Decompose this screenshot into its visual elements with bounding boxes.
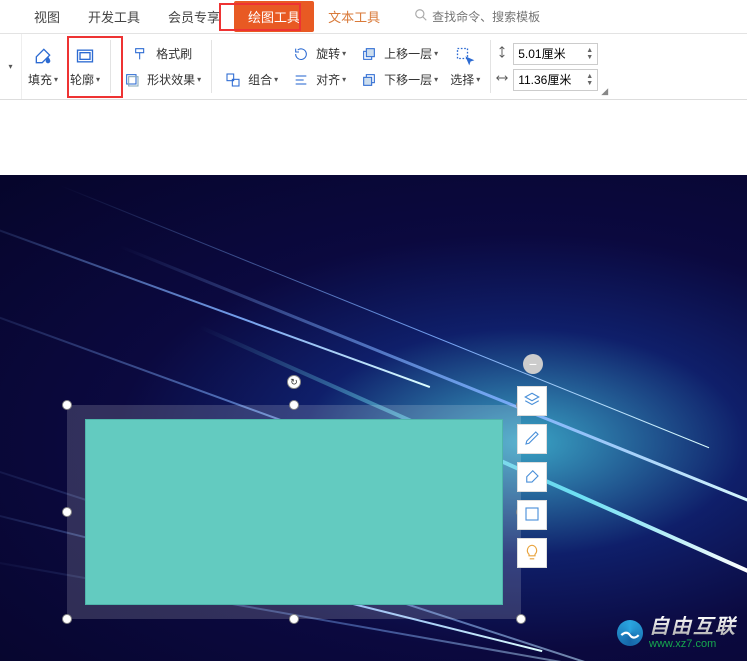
align-icon	[290, 69, 312, 91]
tab-dev-tools[interactable]: 开发工具	[74, 1, 154, 32]
group-icon	[222, 69, 244, 91]
rotate-handle[interactable]: ↻	[287, 375, 301, 389]
tab-view[interactable]: 视图	[20, 1, 74, 32]
outline-label: 轮廓	[70, 71, 94, 88]
move-up-button[interactable]: 上移一层▾	[352, 41, 444, 67]
shape-effect-button[interactable]: 形状效果▾	[115, 67, 207, 93]
floating-toolbar: −	[517, 354, 547, 568]
shape-effect-label: 形状效果	[147, 71, 195, 88]
resize-handle-nw[interactable]	[62, 400, 72, 410]
spin-up-icon[interactable]: ▲	[586, 47, 593, 54]
watermark-logo-icon	[617, 620, 643, 646]
search-icon	[414, 8, 428, 25]
group-button-real[interactable]: 组合▾	[216, 67, 284, 93]
watermark-title: 自由互联	[649, 616, 737, 638]
paint-bucket-icon	[32, 45, 54, 67]
slide-background[interactable]: ↻	[0, 175, 747, 661]
tab-drawing-tools[interactable]: 绘图工具	[234, 1, 314, 32]
square-icon	[523, 505, 541, 526]
spin-up-icon[interactable]: ▲	[586, 73, 593, 80]
bucket-icon	[523, 467, 541, 488]
send-backward-icon	[358, 69, 380, 91]
outline-button[interactable]: 轮廓▾	[64, 34, 106, 99]
resize-handle-sw[interactable]	[62, 614, 72, 624]
search-input[interactable]	[432, 10, 592, 24]
expand-dialog-icon[interactable]: ◢	[601, 86, 608, 97]
resize-handle-se[interactable]	[516, 614, 526, 624]
rotate-button[interactable]: 旋转▾	[284, 41, 352, 67]
select-label: 选择	[450, 71, 474, 88]
tab-bar: 视图 开发工具 会员专享 绘图工具 文本工具	[0, 0, 747, 34]
format-painter-icon	[130, 43, 152, 65]
selection-pane-icon	[454, 45, 476, 67]
collapse-button[interactable]: −	[523, 354, 543, 374]
outline-icon	[74, 45, 96, 67]
selected-shape[interactable]: ↻	[67, 405, 521, 619]
dropdown-icon[interactable]: ▾	[8, 62, 12, 71]
tab-member[interactable]: 会员专享	[154, 1, 234, 32]
outline-panel-button[interactable]	[517, 500, 547, 530]
shape-rectangle[interactable]	[85, 419, 503, 605]
watermark-url: www.xz7.com	[649, 638, 737, 650]
move-up-label: 上移一层	[384, 45, 432, 62]
idea-button[interactable]	[517, 538, 547, 568]
move-down-button[interactable]: 下移一层▾	[352, 67, 444, 93]
select-button[interactable]: 选择▾	[444, 34, 486, 99]
bring-forward-icon	[358, 43, 380, 65]
rotate-label: 旋转	[316, 45, 340, 62]
fill-label: 填充	[28, 71, 52, 88]
pencil-icon	[523, 429, 541, 450]
fill-panel-button[interactable]	[517, 462, 547, 492]
watermark: 自由互联 www.xz7.com	[617, 616, 737, 650]
width-icon	[495, 71, 509, 88]
width-input-box[interactable]: ▲▼	[513, 69, 598, 91]
spin-down-icon[interactable]: ▼	[586, 54, 593, 61]
layers-icon	[523, 391, 541, 412]
move-down-label: 下移一层	[384, 71, 432, 88]
tab-text-tools[interactable]: 文本工具	[314, 1, 394, 32]
height-icon	[495, 45, 509, 62]
format-painter-button[interactable]: 格式刷	[115, 41, 207, 67]
format-painter-label: 格式刷	[156, 45, 192, 62]
align-label: 对齐	[316, 71, 340, 88]
resize-handle-w[interactable]	[62, 507, 72, 517]
resize-handle-s[interactable]	[289, 614, 299, 624]
resize-handle-n[interactable]	[289, 400, 299, 410]
height-input[interactable]	[518, 47, 582, 61]
lightbulb-icon	[523, 543, 541, 564]
shape-effect-icon	[121, 69, 143, 91]
width-input[interactable]	[518, 73, 582, 87]
layers-button[interactable]	[517, 386, 547, 416]
search-box[interactable]	[414, 8, 592, 25]
rotate-icon	[290, 43, 312, 65]
edit-button[interactable]	[517, 424, 547, 454]
spin-down-icon[interactable]: ▼	[586, 80, 593, 87]
fill-button[interactable]: 填充▾	[22, 34, 64, 99]
group-label: 组合	[248, 71, 272, 88]
align-button[interactable]: 对齐▾	[284, 67, 352, 93]
height-input-box[interactable]: ▲▼	[513, 43, 598, 65]
canvas-area: ↻ −	[0, 100, 747, 660]
ribbon: ▾ 填充▾ 轮廓▾ 格式刷 形状效果▾	[0, 34, 747, 100]
